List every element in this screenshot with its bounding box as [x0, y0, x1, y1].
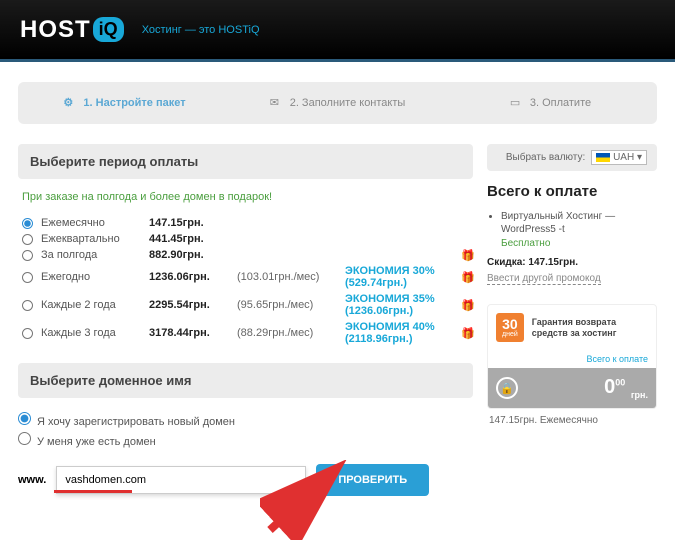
currency-label: Выбрать валюту: — [506, 152, 585, 163]
gift-icon: 🎁 — [461, 327, 473, 339]
period-price: 2295.54грн. — [149, 299, 229, 311]
cart-item-free: Бесплатно — [501, 238, 657, 249]
period-label: За полгода — [41, 249, 141, 261]
currency-box: Выбрать валюту: UAH ▾ — [487, 144, 657, 171]
gift-icon: 🎁 — [461, 249, 473, 261]
period-radio[interactable] — [22, 250, 33, 261]
period-price: 441.45грн. — [149, 233, 229, 245]
step-3[interactable]: ▭3. Оплатите — [444, 82, 657, 124]
period-price: 882.90грн. — [149, 249, 229, 261]
period-table: Ежемесячно 147.15грн. Ежеквартально 441.45г… — [18, 215, 473, 347]
period-economy: ЭКОНОМИЯ 30% (529.74грн.) — [345, 265, 453, 289]
gift-icon: 🎁 — [461, 299, 473, 311]
steps-bar: ⚙1. Настройте пакет✉2. Заполните контакт… — [18, 82, 657, 124]
period-price: 3178.44грн. — [149, 327, 229, 339]
final-line: 147.15грн. Ежемесячно — [487, 409, 657, 432]
period-radio[interactable] — [22, 272, 33, 283]
period-price: 147.15грн. — [149, 217, 229, 229]
period-radio[interactable] — [22, 234, 33, 245]
logo-badge: iQ — [93, 17, 124, 42]
step-icon: ▭ — [510, 96, 524, 110]
logo[interactable]: HOST iQ — [20, 16, 124, 44]
domain-radio[interactable] — [18, 432, 31, 445]
cart-item: Виртуальный Хостинг — WordPress5 -t — [501, 210, 657, 236]
step-1[interactable]: ⚙1. Настройте пакет — [18, 82, 231, 124]
discount-line: Скидка: 147.15грн. — [487, 257, 657, 268]
lock-icon: 🔒 — [496, 377, 518, 399]
period-row[interactable]: Ежеквартально 441.45грн. — [22, 231, 473, 247]
guarantee-link[interactable]: Всего к оплате — [488, 350, 656, 368]
period-month: (95.65грн./мес) — [237, 299, 337, 311]
period-row[interactable]: За полгода 882.90грн. 🎁 — [22, 247, 473, 263]
total-amount: 000 грн. — [604, 376, 648, 400]
period-row[interactable]: Ежемесячно 147.15грн. — [22, 215, 473, 231]
domain-heading: Выберите доменное имя — [18, 363, 473, 398]
input-highlight — [54, 490, 132, 493]
period-radio[interactable] — [22, 218, 33, 229]
period-label: Каждые 3 года — [41, 327, 141, 339]
step-icon: ✉ — [270, 96, 284, 110]
tagline: Хостинг — это HOSTiQ — [142, 24, 260, 36]
check-button[interactable]: ПРОВЕРИТЬ — [316, 464, 429, 496]
step-icon: ⚙ — [63, 96, 77, 110]
period-label: Ежемесячно — [41, 217, 141, 229]
gift-icon: 🎁 — [461, 271, 473, 283]
currency-select[interactable]: UAH ▾ — [591, 150, 647, 165]
period-price: 1236.06грн. — [149, 271, 229, 283]
guarantee-box: 30дней Гарантия возврата средств за хост… — [487, 304, 657, 409]
period-radio[interactable] — [22, 300, 33, 311]
period-radio[interactable] — [22, 328, 33, 339]
period-month: (88.29грн./мес) — [237, 327, 337, 339]
logo-text: HOST — [20, 16, 91, 44]
period-heading: Выберите период оплаты — [18, 144, 473, 179]
period-economy: ЭКОНОМИЯ 40% (2118.96грн.) — [345, 321, 453, 345]
flag-icon — [596, 153, 610, 162]
domain-radio[interactable] — [18, 412, 31, 425]
period-label: Ежегодно — [41, 271, 141, 283]
domain-option[interactable]: У меня уже есть домен — [18, 430, 473, 450]
step-2[interactable]: ✉2. Заполните контакты — [231, 82, 444, 124]
app-header: HOST iQ Хостинг — это HOSTiQ — [0, 0, 675, 62]
period-economy: ЭКОНОМИЯ 35% (1236.06грн.) — [345, 293, 453, 317]
guarantee-days-badge: 30дней — [496, 313, 524, 342]
guarantee-text: Гарантия возврата средств за хостинг — [532, 317, 648, 339]
domain-option[interactable]: Я хочу зарегистрировать новый домен — [18, 410, 473, 430]
www-prefix: www. — [18, 474, 46, 486]
period-label: Ежеквартально — [41, 233, 141, 245]
period-label: Каждые 2 года — [41, 299, 141, 311]
total-heading: Всего к оплате — [487, 183, 657, 200]
period-month: (103.01грн./мес) — [237, 271, 337, 283]
period-row[interactable]: Каждые 3 года 3178.44грн. (88.29грн./мес) Э… — [22, 319, 473, 347]
period-row[interactable]: Каждые 2 года 2295.54грн. (95.65грн./мес) Э… — [22, 291, 473, 319]
promo-text: При заказе на полгода и более домен в по… — [18, 191, 473, 203]
period-row[interactable]: Ежегодно 1236.06грн. (103.01грн./мес) ЭКОНО… — [22, 263, 473, 291]
promo-code-link[interactable]: Ввести другой промокод — [487, 273, 601, 285]
